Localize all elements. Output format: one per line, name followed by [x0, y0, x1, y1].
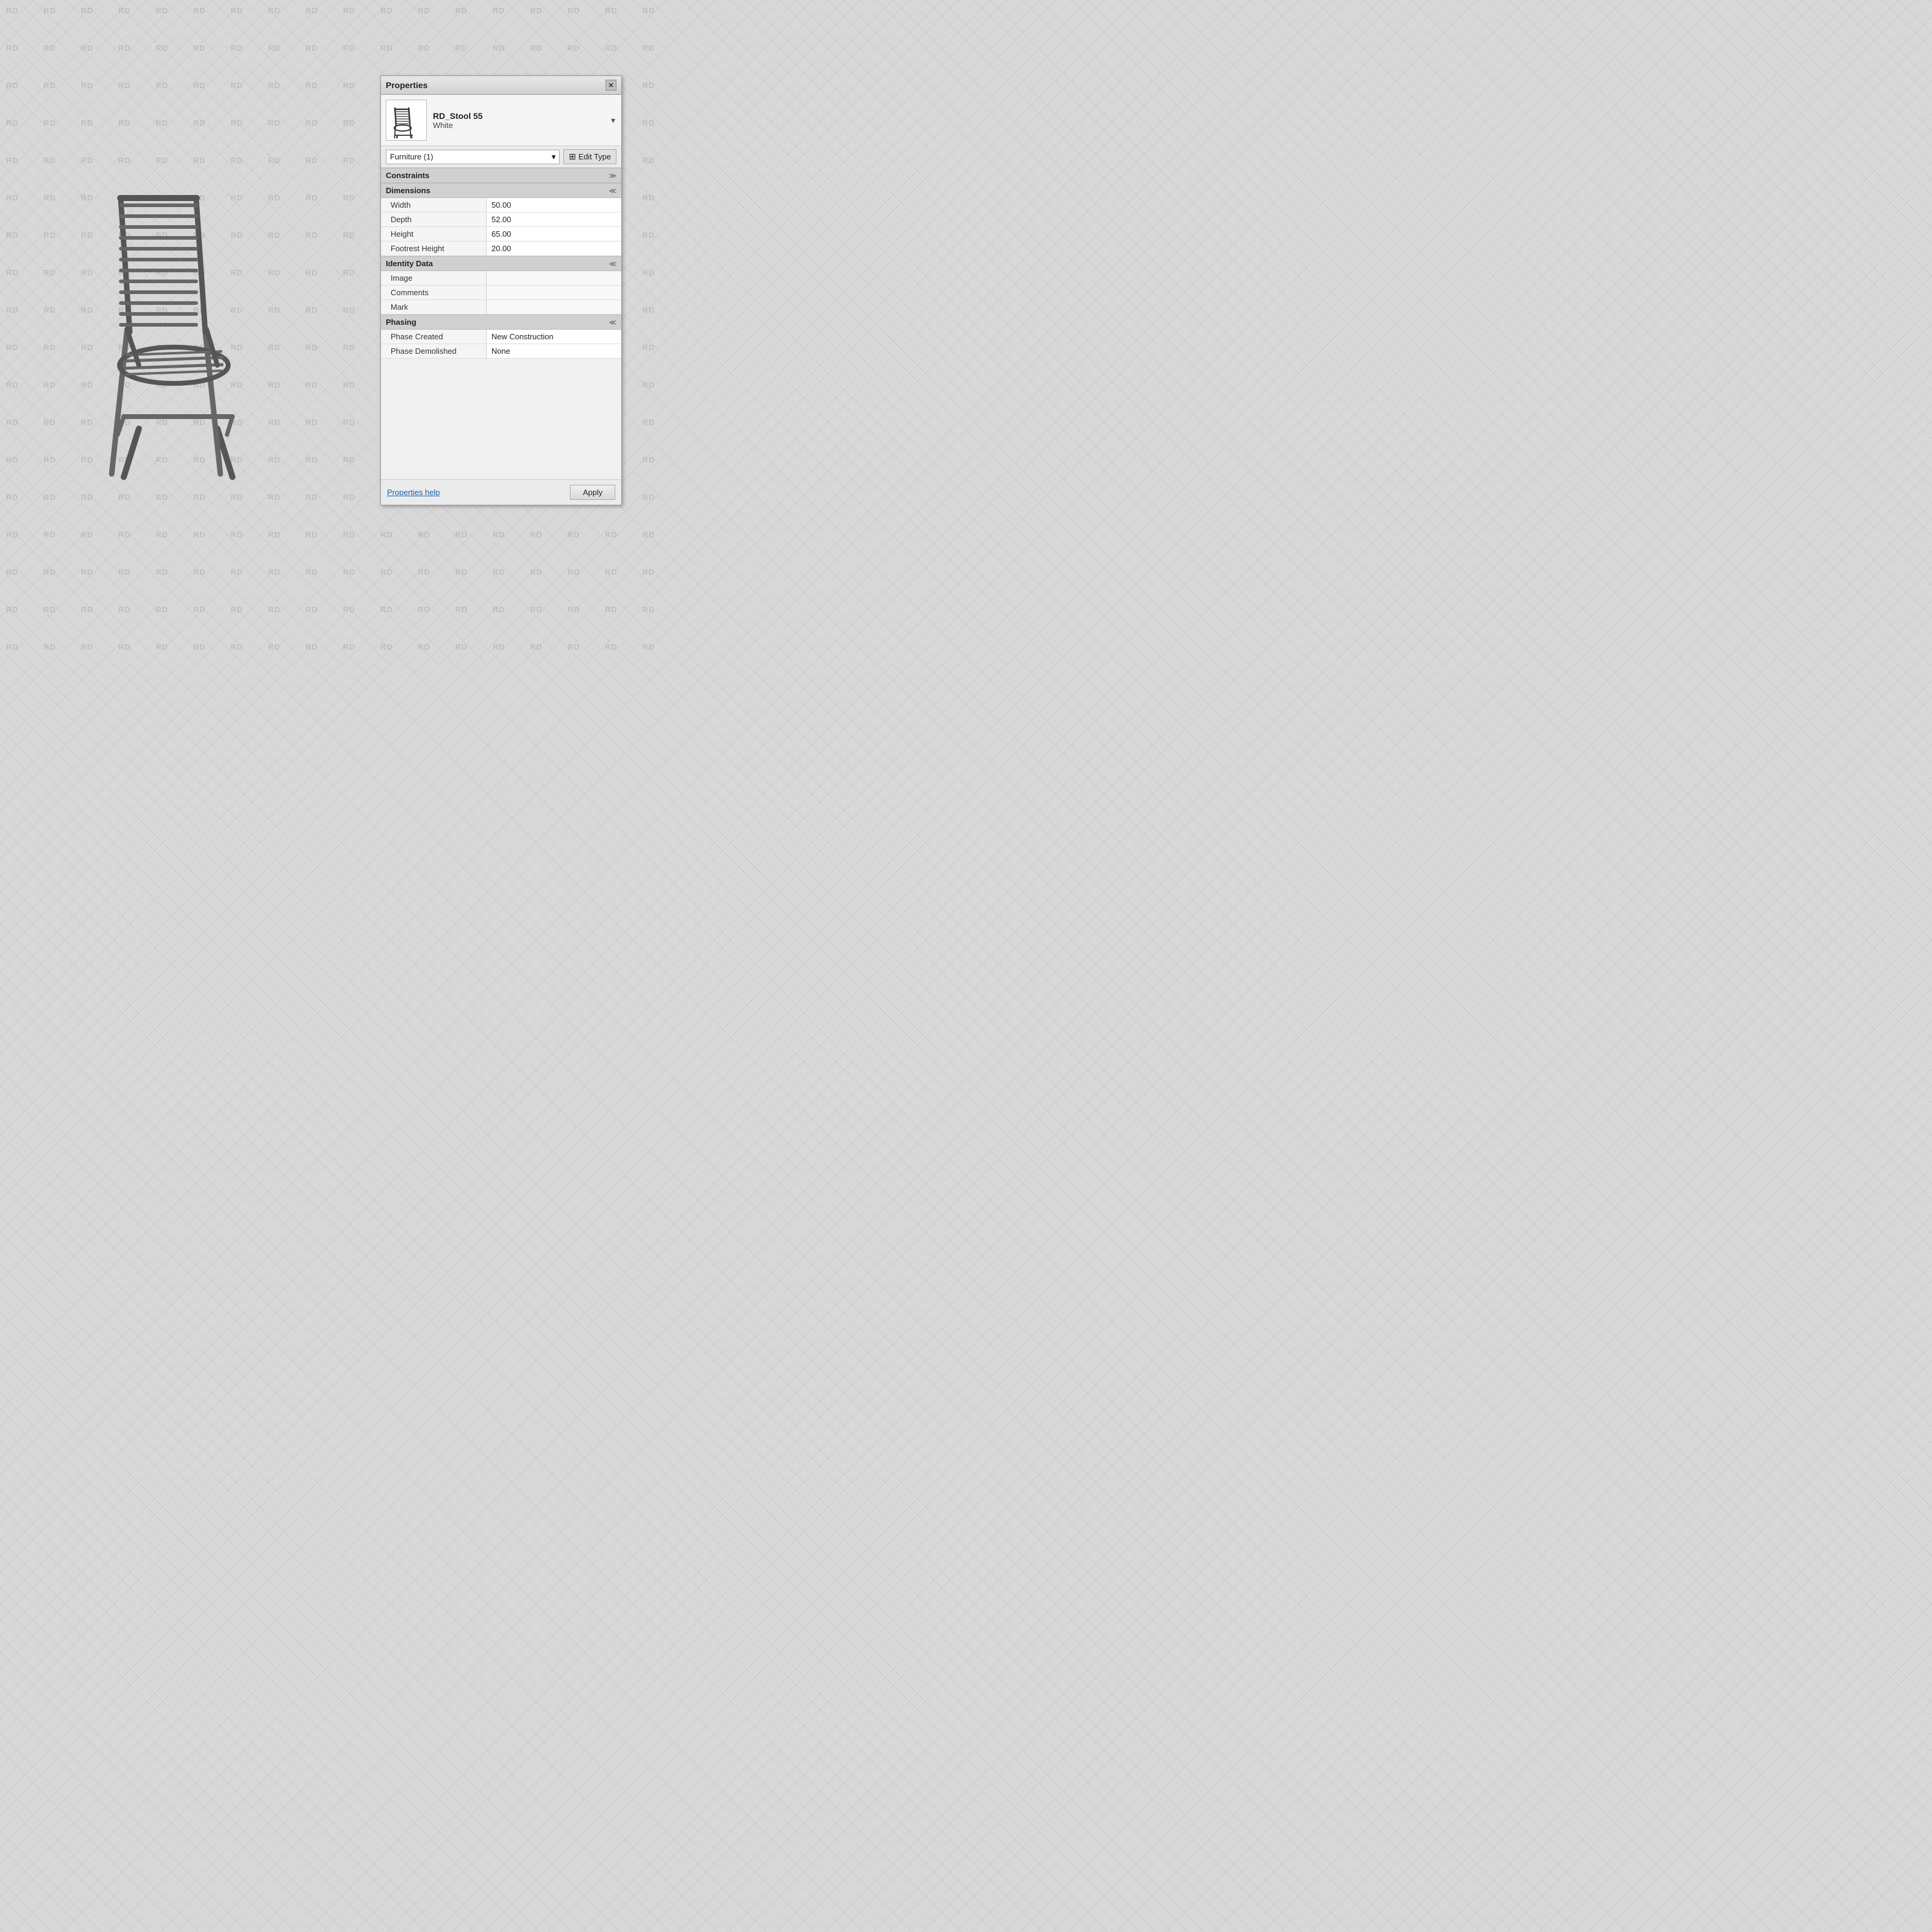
dimensions-title: Dimensions: [386, 186, 430, 195]
constraints-toggle-icon: ≫: [609, 171, 616, 180]
phasing-title: Phasing: [386, 318, 417, 327]
phase-created-label: Phase Created: [381, 330, 487, 344]
footrest-height-value[interactable]: 20.00: [487, 242, 621, 255]
edit-type-icon: ⊞: [569, 152, 576, 162]
section-dimensions[interactable]: Dimensions ≪: [381, 183, 621, 198]
section-phasing[interactable]: Phasing ≪: [381, 315, 621, 330]
properties-help-link[interactable]: Properties help: [387, 488, 440, 497]
apply-button[interactable]: Apply: [570, 485, 615, 500]
edit-type-button[interactable]: ⊞ Edit Type: [563, 149, 616, 164]
prop-row-depth: Depth 52.00: [381, 213, 621, 227]
identity-data-title: Identity Data: [386, 259, 433, 268]
prop-row-image: Image: [381, 271, 621, 286]
identity-data-toggle-icon: ≪: [609, 260, 616, 268]
prop-row-footrest-height: Footrest Height 20.00: [381, 242, 621, 256]
empty-space: [381, 359, 621, 479]
phase-demolished-value[interactable]: None: [487, 344, 621, 358]
item-dropdown-arrow[interactable]: ▾: [610, 114, 616, 127]
chair-illustration: [60, 139, 314, 489]
thumbnail-box: [386, 100, 427, 141]
category-text: Furniture (1): [390, 152, 433, 161]
image-value[interactable]: [487, 271, 621, 285]
phase-demolished-label: Phase Demolished: [381, 344, 487, 358]
prop-row-height: Height 65.00: [381, 227, 621, 242]
image-label: Image: [381, 271, 487, 285]
height-label: Height: [381, 227, 487, 241]
mark-label: Mark: [381, 300, 487, 314]
constraints-title: Constraints: [386, 171, 429, 180]
prop-row-phase-created: Phase Created New Construction: [381, 330, 621, 344]
prop-row-mark: Mark: [381, 300, 621, 315]
depth-value[interactable]: 52.00: [487, 213, 621, 226]
panel-titlebar: Properties ✕: [381, 76, 621, 95]
panel-footer: Properties help Apply: [381, 479, 621, 505]
dropdown-chevron-icon: ▾: [552, 152, 556, 162]
height-value[interactable]: 65.00: [487, 227, 621, 241]
depth-label: Depth: [381, 213, 487, 226]
section-constraints[interactable]: Constraints ≫: [381, 168, 621, 183]
edit-type-label: Edit Type: [578, 152, 611, 161]
width-value[interactable]: 50.00: [487, 198, 621, 212]
phasing-toggle-icon: ≪: [609, 318, 616, 327]
category-dropdown[interactable]: Furniture (1) ▾: [386, 150, 560, 164]
close-button[interactable]: ✕: [606, 80, 616, 91]
prop-row-phase-demolished: Phase Demolished None: [381, 344, 621, 359]
prop-row-comments: Comments: [381, 286, 621, 300]
comments-label: Comments: [381, 286, 487, 299]
selector-row: Furniture (1) ▾ ⊞ Edit Type: [381, 146, 621, 168]
mark-value[interactable]: [487, 300, 621, 314]
item-name: RD_Stool 55: [433, 111, 610, 121]
properties-panel: Properties ✕: [380, 75, 622, 505]
comments-value[interactable]: [487, 286, 621, 299]
phase-created-value[interactable]: New Construction: [487, 330, 621, 344]
width-label: Width: [381, 198, 487, 212]
item-subname: White: [433, 121, 610, 130]
section-identity-data[interactable]: Identity Data ≪: [381, 256, 621, 271]
panel-title: Properties: [386, 80, 427, 90]
panel-header: RD_Stool 55 White ▾: [381, 95, 621, 146]
dimensions-toggle-icon: ≪: [609, 187, 616, 195]
prop-row-width: Width 50.00: [381, 198, 621, 213]
footrest-height-label: Footrest Height: [381, 242, 487, 255]
item-info: RD_Stool 55 White: [433, 111, 610, 130]
